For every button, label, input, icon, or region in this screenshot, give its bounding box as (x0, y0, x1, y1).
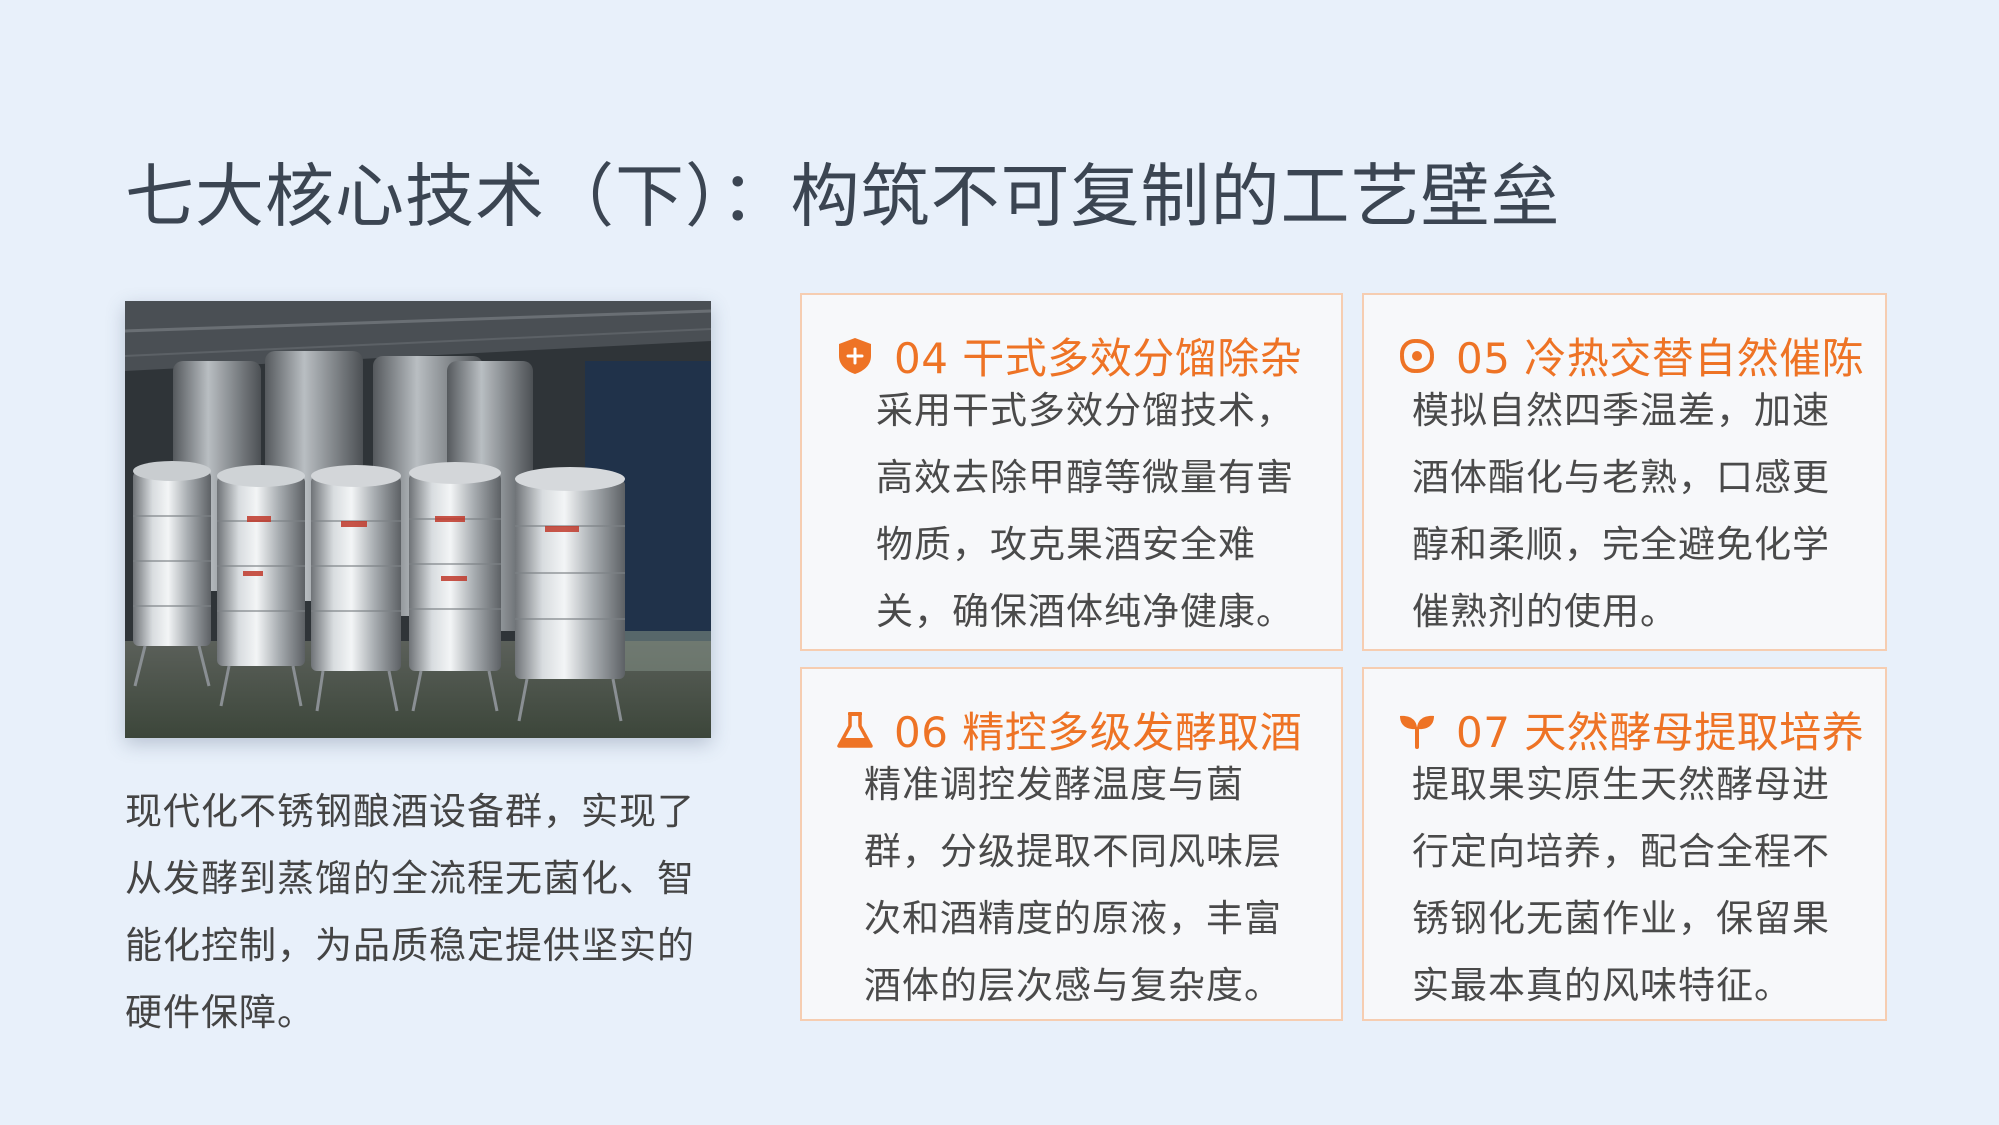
card-description: 精准调控发酵温度与菌群，分级提取不同风味层次和酒精度的原液，丰富酒体的层次感与复… (864, 763, 1282, 1007)
card-07: 07 天然酵母提取培养 提取果实原生天然酵母进行定向培养，配合全程不锈钢化无菌作… (1362, 667, 1887, 1021)
shield-plus-icon (834, 335, 876, 377)
sprout-icon (1396, 709, 1438, 751)
card-description: 提取果实原生天然酵母进行定向培养，配合全程不锈钢化无菌作业，保留果实最本真的风味… (1412, 763, 1830, 1007)
photo-caption: 现代化不锈钢酿酒设备群，实现了从发酵到蒸馏的全流程无菌化、智能化控制，为品质稳定… (125, 790, 695, 1034)
page-title: 七大核心技术（下）：构筑不可复制的工艺壁垒 (125, 157, 1561, 237)
card-04: 04 干式多效分馏除杂 采用干式多效分馏技术，高效去除甲醇等微量有害物质，攻克果… (800, 293, 1343, 651)
card-description: 采用干式多效分馏技术，高效去除甲醇等微量有害物质，攻克果酒安全难关，确保酒体纯净… (876, 389, 1294, 633)
card-06: 06 精控多级发酵取酒 精准调控发酵温度与菌群，分级提取不同风味层次和酒精度的原… (800, 667, 1343, 1021)
card-05: 05 冷热交替自然催陈 模拟自然四季温差，加速酒体酯化与老熟，口感更醇和柔顺，完… (1362, 293, 1887, 651)
card-description: 模拟自然四季温差，加速酒体酯化与老熟，口感更醇和柔顺，完全避免化学催熟剂的使用。 (1412, 389, 1830, 633)
equipment-photo (125, 301, 711, 738)
flask-icon (834, 709, 876, 751)
swirl-icon (1396, 335, 1438, 377)
